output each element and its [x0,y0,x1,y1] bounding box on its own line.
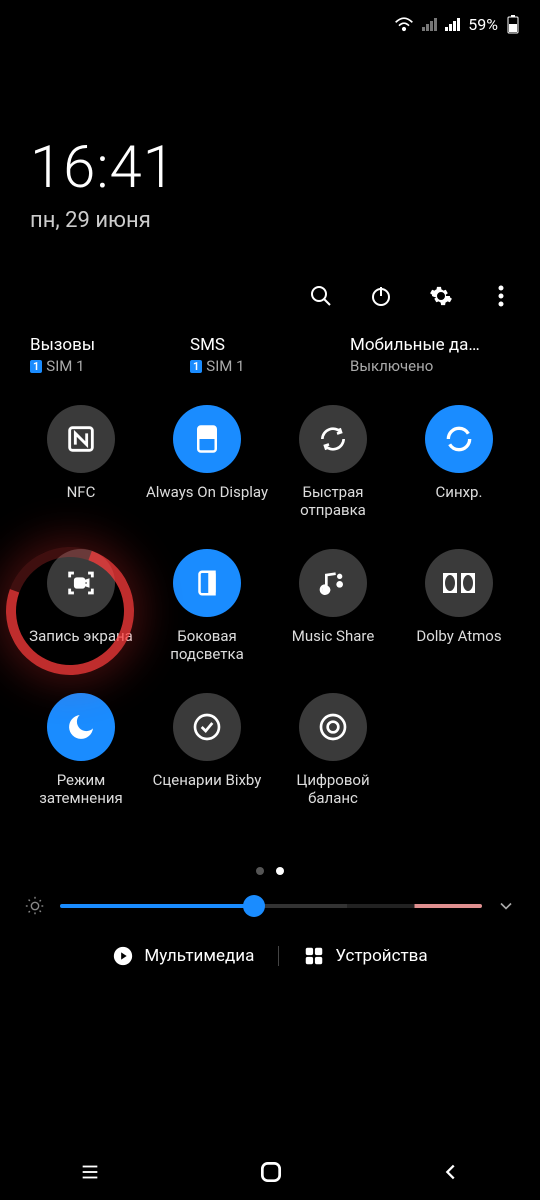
sim-title: Вызовы [30,335,190,355]
back-button[interactable] [440,1161,462,1183]
sync-icon [425,405,493,473]
sim-title: Мобильные да… [350,335,500,355]
sim-sub: SIM 1 [206,357,244,375]
settings-icon[interactable] [428,283,454,309]
sim-badge: 1 [190,360,202,373]
bixby-icon [173,693,241,761]
tile-edge[interactable]: Боковая подсветка [144,549,270,663]
tile-sync[interactable]: Синхр. [396,405,522,519]
nav-bar [0,1144,540,1200]
media-button[interactable]: Мультимедиа [112,945,254,967]
edge-icon [173,549,241,617]
chevron-down-icon[interactable] [496,896,516,916]
tile-screenrec[interactable]: Запись экрана [18,549,144,663]
sim-badge: 1 [30,360,42,373]
nfc-icon [47,405,115,473]
clock-block: 16:41 пн, 29 июня [0,44,540,243]
date: пн, 29 июня [30,208,510,233]
sim-sub: SIM 1 [46,357,84,375]
sim-title: SMS [190,335,350,355]
battery-icon [506,14,520,34]
home-button[interactable] [258,1159,284,1185]
sim-row: Вызовы 1 SIM 1 SMS 1 SIM 1 Мобильные да… В… [0,319,540,375]
signal-1-icon [422,17,437,31]
aod-icon [173,405,241,473]
tile-label: Боковая подсветка [144,627,270,663]
tile-label: Быстрая отправка [270,483,396,519]
brightness-slider[interactable] [0,895,540,917]
wellbeing-icon [299,693,367,761]
tile-nfc[interactable]: NFC [18,405,144,519]
quickshare-icon [299,405,367,473]
tile-label: Music Share [292,627,375,663]
sim-sub: Выключено [350,357,433,375]
darkmode-icon [47,693,115,761]
tile-wellbeing[interactable]: Цифровой баланс [270,693,396,807]
status-bar: 59% [0,0,540,44]
sim-item-calls[interactable]: Вызовы 1 SIM 1 [30,335,190,375]
slider-thumb[interactable] [243,895,265,917]
tile-label: Режим затемнения [18,771,144,807]
tile-label: Сценарии Bixby [153,771,262,807]
musicshare-icon [299,549,367,617]
wifi-icon [394,16,414,32]
power-icon[interactable] [368,283,394,309]
search-icon[interactable] [308,283,334,309]
tile-label: Запись экрана [29,627,133,663]
tile-dolby[interactable]: Dolby Atmos [396,549,522,663]
screenrec-icon [47,549,115,617]
tile-darkmode[interactable]: Режим затемнения [18,693,144,807]
dot [256,867,264,875]
sim-item-sms[interactable]: SMS 1 SIM 1 [190,335,350,375]
dot-active [276,867,284,875]
tile-label: Синхр. [436,483,483,519]
slider-track[interactable] [60,904,482,908]
tile-label: Цифровой баланс [270,771,396,807]
devices-label: Устройства [335,946,427,966]
recents-button[interactable] [78,1161,102,1183]
brightness-icon [24,895,46,917]
bottom-shortcuts: Мультимедиа Устройства [0,917,540,979]
tile-aod[interactable]: Always On Display [144,405,270,519]
more-icon[interactable] [488,283,514,309]
tile-label: NFC [67,483,96,519]
tile-label: Always On Display [146,483,268,519]
divider [278,946,279,966]
panel-actions [0,243,540,319]
tile-quickshare[interactable]: Быстрая отправка [270,405,396,519]
dolby-icon [425,549,493,617]
tile-bixby[interactable]: Сценарии Bixby [144,693,270,807]
signal-2-icon [445,17,460,31]
tile-label: Dolby Atmos [416,627,501,663]
devices-button[interactable]: Устройства [303,945,427,967]
tile-musicshare[interactable]: Music Share [270,549,396,663]
media-label: Мультимедиа [144,946,254,966]
sim-item-data[interactable]: Мобильные да… Выключено [350,335,510,375]
page-indicator[interactable] [0,807,540,895]
time: 16:41 [30,134,510,202]
quick-tiles: NFC Always On DisplayБыстрая отправка Синх… [0,375,540,807]
battery-percent: 59% [468,15,498,34]
